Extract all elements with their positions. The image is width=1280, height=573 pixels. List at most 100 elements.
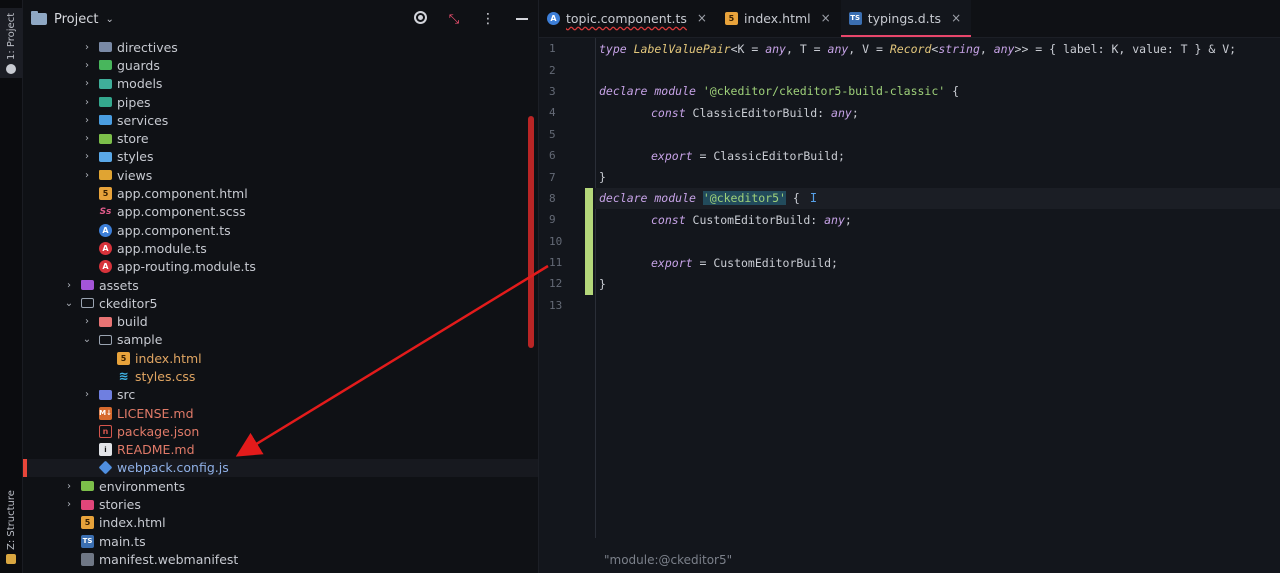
- options-icon[interactable]: ⋮: [480, 11, 496, 27]
- tree-item-label: src: [117, 387, 136, 403]
- chevron-right-icon[interactable]: ›: [63, 499, 75, 510]
- tree-item[interactable]: › views: [23, 166, 538, 184]
- code-line-1[interactable]: type LabelValuePair <K = any, T = any, V …: [595, 38, 1280, 59]
- code-line-8[interactable]: declare module '@ckeditor5' { I: [595, 187, 1280, 210]
- line-number[interactable]: 1: [539, 38, 595, 59]
- chevron-down-icon[interactable]: ⌄: [81, 334, 93, 345]
- tree-item-label: styles: [117, 149, 154, 165]
- tree-item[interactable]: › store: [23, 129, 538, 147]
- chevron-right-icon[interactable]: ›: [81, 316, 93, 327]
- minimize-icon[interactable]: [514, 11, 530, 27]
- structure-icon: [6, 553, 17, 564]
- line-number[interactable]: 4: [539, 102, 595, 123]
- folder-icon: [81, 481, 94, 492]
- line-number[interactable]: 5: [539, 124, 595, 145]
- project-view-selector[interactable]: Project: [54, 12, 98, 27]
- chevron-right-icon[interactable]: ›: [81, 60, 93, 71]
- tree-item[interactable]: ›TSmain.ts: [23, 532, 538, 550]
- code-line-6[interactable]: export = ClassicEditorBuild;: [595, 145, 1280, 166]
- tree-item-label: app.module.ts: [117, 240, 207, 256]
- folder-icon: [99, 97, 112, 108]
- code-line-9[interactable]: const CustomEditorBuild: any;: [595, 209, 1280, 230]
- close-icon[interactable]: ×: [697, 11, 707, 25]
- chevron-down-icon[interactable]: ⌄: [63, 298, 75, 309]
- project-panel-header: Project ⌄ ⤡ ⋮: [23, 0, 538, 38]
- tree-item[interactable]: ⌄ ckeditor5: [23, 294, 538, 312]
- code-line-7[interactable]: }: [595, 166, 1280, 187]
- chevron-right-icon[interactable]: ›: [81, 133, 93, 144]
- code-line-10[interactable]: [595, 231, 1280, 252]
- close-icon[interactable]: ×: [821, 11, 831, 25]
- structure-tool-tab[interactable]: Z: Structure: [0, 487, 23, 567]
- vcs-modified-marker[interactable]: [585, 188, 593, 295]
- code-line-12[interactable]: }: [595, 273, 1280, 294]
- tree-item[interactable]: ›Ssapp.component.scss: [23, 203, 538, 221]
- line-number[interactable]: 2: [539, 59, 595, 80]
- chevron-right-icon[interactable]: ›: [81, 42, 93, 53]
- tree-item[interactable]: › src: [23, 386, 538, 404]
- chevron-right-icon[interactable]: ›: [81, 151, 93, 162]
- tree-item-label: sample: [117, 332, 163, 348]
- tree-item[interactable]: ›webpack.config.js: [23, 458, 538, 478]
- code-line-13[interactable]: [595, 295, 1280, 316]
- tree-item[interactable]: › environments: [23, 477, 538, 495]
- tree-item[interactable]: ›Aapp.module.ts: [23, 239, 538, 257]
- tree-item[interactable]: ›iREADME.md: [23, 441, 538, 459]
- editor-tab[interactable]: 5 index.html ×: [717, 0, 841, 37]
- editor-tab-label: topic.component.ts: [566, 10, 687, 26]
- tree-item-label: package.json: [117, 423, 200, 439]
- tree-item-label: LICENSE.md: [117, 405, 194, 421]
- editor-tab[interactable]: Atopic.component.ts ×: [539, 0, 717, 37]
- tree-item[interactable]: › assets: [23, 276, 538, 294]
- tree-item[interactable]: ›M↓LICENSE.md: [23, 404, 538, 422]
- code-area[interactable]: type LabelValuePair <K = any, T = any, V …: [595, 38, 1280, 316]
- line-number[interactable]: 13: [539, 295, 595, 316]
- code-line-11[interactable]: export = CustomEditorBuild;: [595, 252, 1280, 273]
- chevron-right-icon[interactable]: ›: [81, 97, 93, 108]
- code-line-4[interactable]: const ClassicEditorBuild: any;: [595, 102, 1280, 123]
- tree-item-label: models: [117, 76, 163, 92]
- collapse-all-icon[interactable]: ⤡: [446, 12, 462, 27]
- tree-item[interactable]: ›≋styles.css: [23, 367, 538, 385]
- tree-item[interactable]: ›Aapp-routing.module.ts: [23, 258, 538, 276]
- editor-tab[interactable]: TS typings.d.ts ×: [840, 0, 972, 37]
- folder-open-icon: [81, 298, 94, 309]
- tree-item[interactable]: › stories: [23, 495, 538, 513]
- code-line-2[interactable]: [595, 59, 1280, 80]
- tree-item[interactable]: › styles: [23, 148, 538, 166]
- tree-item[interactable]: ›manifest.webmanifest: [23, 550, 538, 568]
- tree-item[interactable]: › directives: [23, 38, 538, 56]
- line-number[interactable]: 6: [539, 145, 595, 166]
- code-line-3[interactable]: declare module '@ckeditor/ckeditor5-buil…: [595, 81, 1280, 102]
- tree-item-label: build: [117, 314, 148, 330]
- tree-item[interactable]: › models: [23, 75, 538, 93]
- tree-item[interactable]: ›npackage.json: [23, 422, 538, 440]
- tree-item[interactable]: ⌄ sample: [23, 331, 538, 349]
- line-number[interactable]: 7: [539, 166, 595, 187]
- tree-item[interactable]: › services: [23, 111, 538, 129]
- angular-component-icon: A: [99, 223, 112, 237]
- line-number[interactable]: 3: [539, 81, 595, 102]
- tree-item-label: stories: [99, 497, 141, 513]
- chevron-right-icon[interactable]: ›: [81, 170, 93, 181]
- chevron-right-icon[interactable]: ›: [81, 78, 93, 89]
- locate-icon[interactable]: [412, 10, 428, 28]
- project-tool-tab[interactable]: 1: Project: [0, 8, 23, 78]
- typescript-icon: TS: [848, 11, 862, 25]
- sass-icon: Ss: [99, 206, 112, 217]
- code-line-5[interactable]: [595, 124, 1280, 145]
- tree-item[interactable]: ›Aapp.component.ts: [23, 221, 538, 239]
- tree-item[interactable]: › build: [23, 312, 538, 330]
- chevron-down-icon[interactable]: ⌄: [105, 14, 113, 25]
- close-icon[interactable]: ×: [951, 11, 961, 25]
- chevron-right-icon[interactable]: ›: [81, 389, 93, 400]
- tree-item[interactable]: › pipes: [23, 93, 538, 111]
- tree-item[interactable]: › guards: [23, 56, 538, 74]
- tree-item[interactable]: ›5index.html: [23, 514, 538, 532]
- tree-item[interactable]: ›5app.component.html: [23, 184, 538, 202]
- chevron-right-icon[interactable]: ›: [63, 481, 75, 492]
- tree-scrollbar-thumb[interactable]: [528, 116, 534, 348]
- chevron-right-icon[interactable]: ›: [81, 115, 93, 126]
- tree-item[interactable]: ›5index.html: [23, 349, 538, 367]
- chevron-right-icon[interactable]: ›: [63, 280, 75, 291]
